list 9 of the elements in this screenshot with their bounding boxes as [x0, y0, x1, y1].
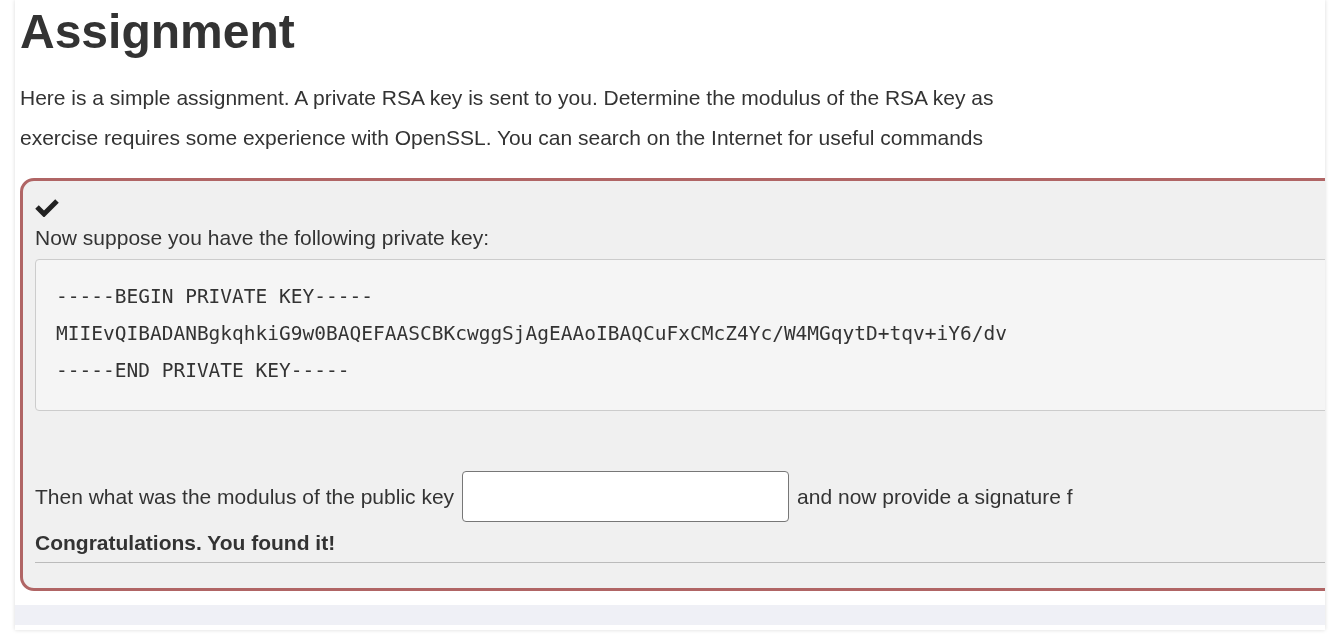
intro-text: Here is a simple assignment. A private RSA key is sent to you. Determine the modulus of the RSA key as [20, 85, 994, 111]
question-prompt: Now suppose you have the following private key: [35, 225, 490, 251]
feedback-message: Congratulations. You found it! [35, 530, 336, 556]
question-text: and now provide a signature f [797, 483, 1073, 510]
page-heading: Assignment [20, 4, 295, 60]
intro-text: exercise requires some experience with OpenSSL. You can search on the Internet for useful commands [20, 125, 984, 151]
private-key-block: -----BEGIN PRIVATE KEY----- MIIEvQIBADANBgkqhkiG9w0BAQEFAASCBKcwggSjAgEAAoIBAQCuFxCMcZ4Yc/W4MGqytD+tqv+iY6/dv -----END PRIVATE KEY----- [35, 259, 1325, 411]
question-text: Then what was the modulus of the public key [35, 483, 455, 510]
modulus-input-field[interactable] [462, 471, 790, 522]
